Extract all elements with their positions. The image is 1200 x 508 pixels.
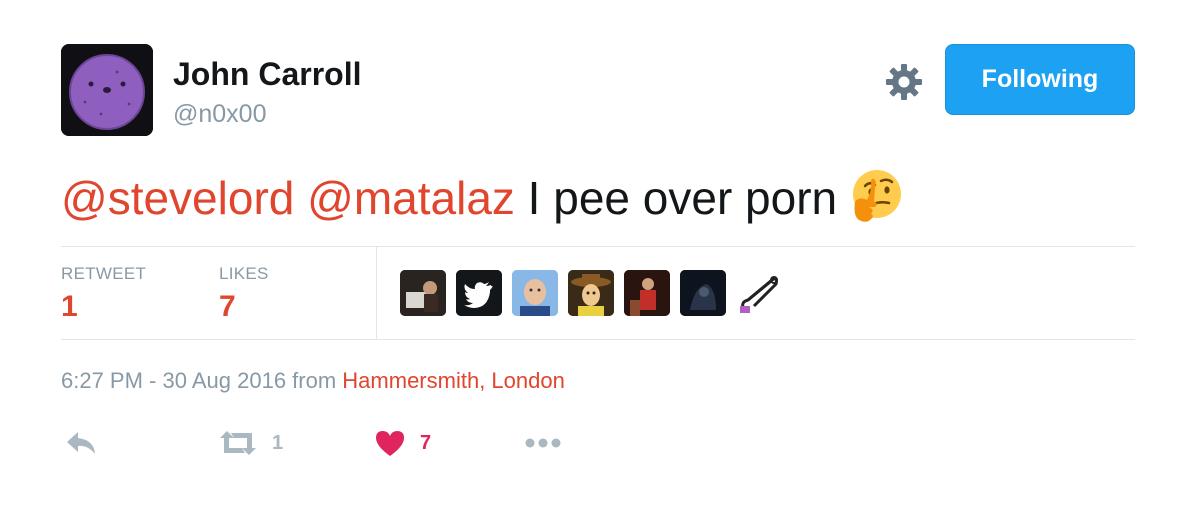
author-handle[interactable]: @n0x00 (173, 100, 267, 129)
tweet-text: @stevelord @matalaz I pee over porn (61, 168, 905, 232)
gear-icon[interactable] (884, 62, 924, 102)
avatar[interactable] (61, 44, 153, 136)
divider-top (61, 246, 1135, 247)
timestamp[interactable]: 6:27 PM - 30 Aug 2016 (61, 368, 286, 393)
from-text: from (286, 368, 343, 393)
divider-bottom (61, 339, 1135, 340)
mention-matalaz[interactable]: @matalaz (307, 172, 515, 224)
following-button[interactable]: Following (945, 44, 1135, 115)
tweet-body: I pee over porn (514, 172, 838, 224)
woody-avatar[interactable] (568, 270, 614, 316)
retweets-label[interactable]: RETWEET (61, 264, 146, 284)
mention-stevelord[interactable]: @stevelord (61, 172, 294, 224)
twitter-bird-avatar[interactable] (456, 270, 502, 316)
more-icon (525, 438, 561, 448)
likes-label[interactable]: LIKES (219, 264, 269, 284)
more-button[interactable] (524, 425, 562, 461)
location-link[interactable]: Hammersmith, London (342, 368, 565, 393)
liker-avatar-5[interactable] (624, 270, 670, 316)
tweet-meta: 6:27 PM - 30 Aug 2016 from Hammersmith, … (61, 368, 565, 394)
liker-avatar-6[interactable] (680, 270, 726, 316)
like-button[interactable]: 7 (374, 425, 431, 461)
reply-button[interactable] (64, 425, 98, 461)
liker-avatar-1[interactable] (400, 270, 446, 316)
heart-icon (376, 431, 404, 456)
stats-divider (376, 247, 377, 339)
retweet-icon (220, 431, 256, 455)
liker-avatar-3[interactable] (512, 270, 558, 316)
thinking-face-icon (845, 166, 905, 226)
like-count: 7 (420, 431, 432, 454)
retweet-button[interactable]: 1 (218, 425, 283, 461)
purple-blob-avatar-icon (61, 44, 153, 136)
safety-pin-avatar[interactable] (736, 270, 782, 316)
reply-icon (67, 432, 95, 454)
retweet-count: 1 (272, 431, 284, 454)
author-name[interactable]: John Carroll (173, 56, 361, 93)
likes-count[interactable]: 7 (219, 290, 236, 324)
retweets-count[interactable]: 1 (61, 290, 78, 324)
